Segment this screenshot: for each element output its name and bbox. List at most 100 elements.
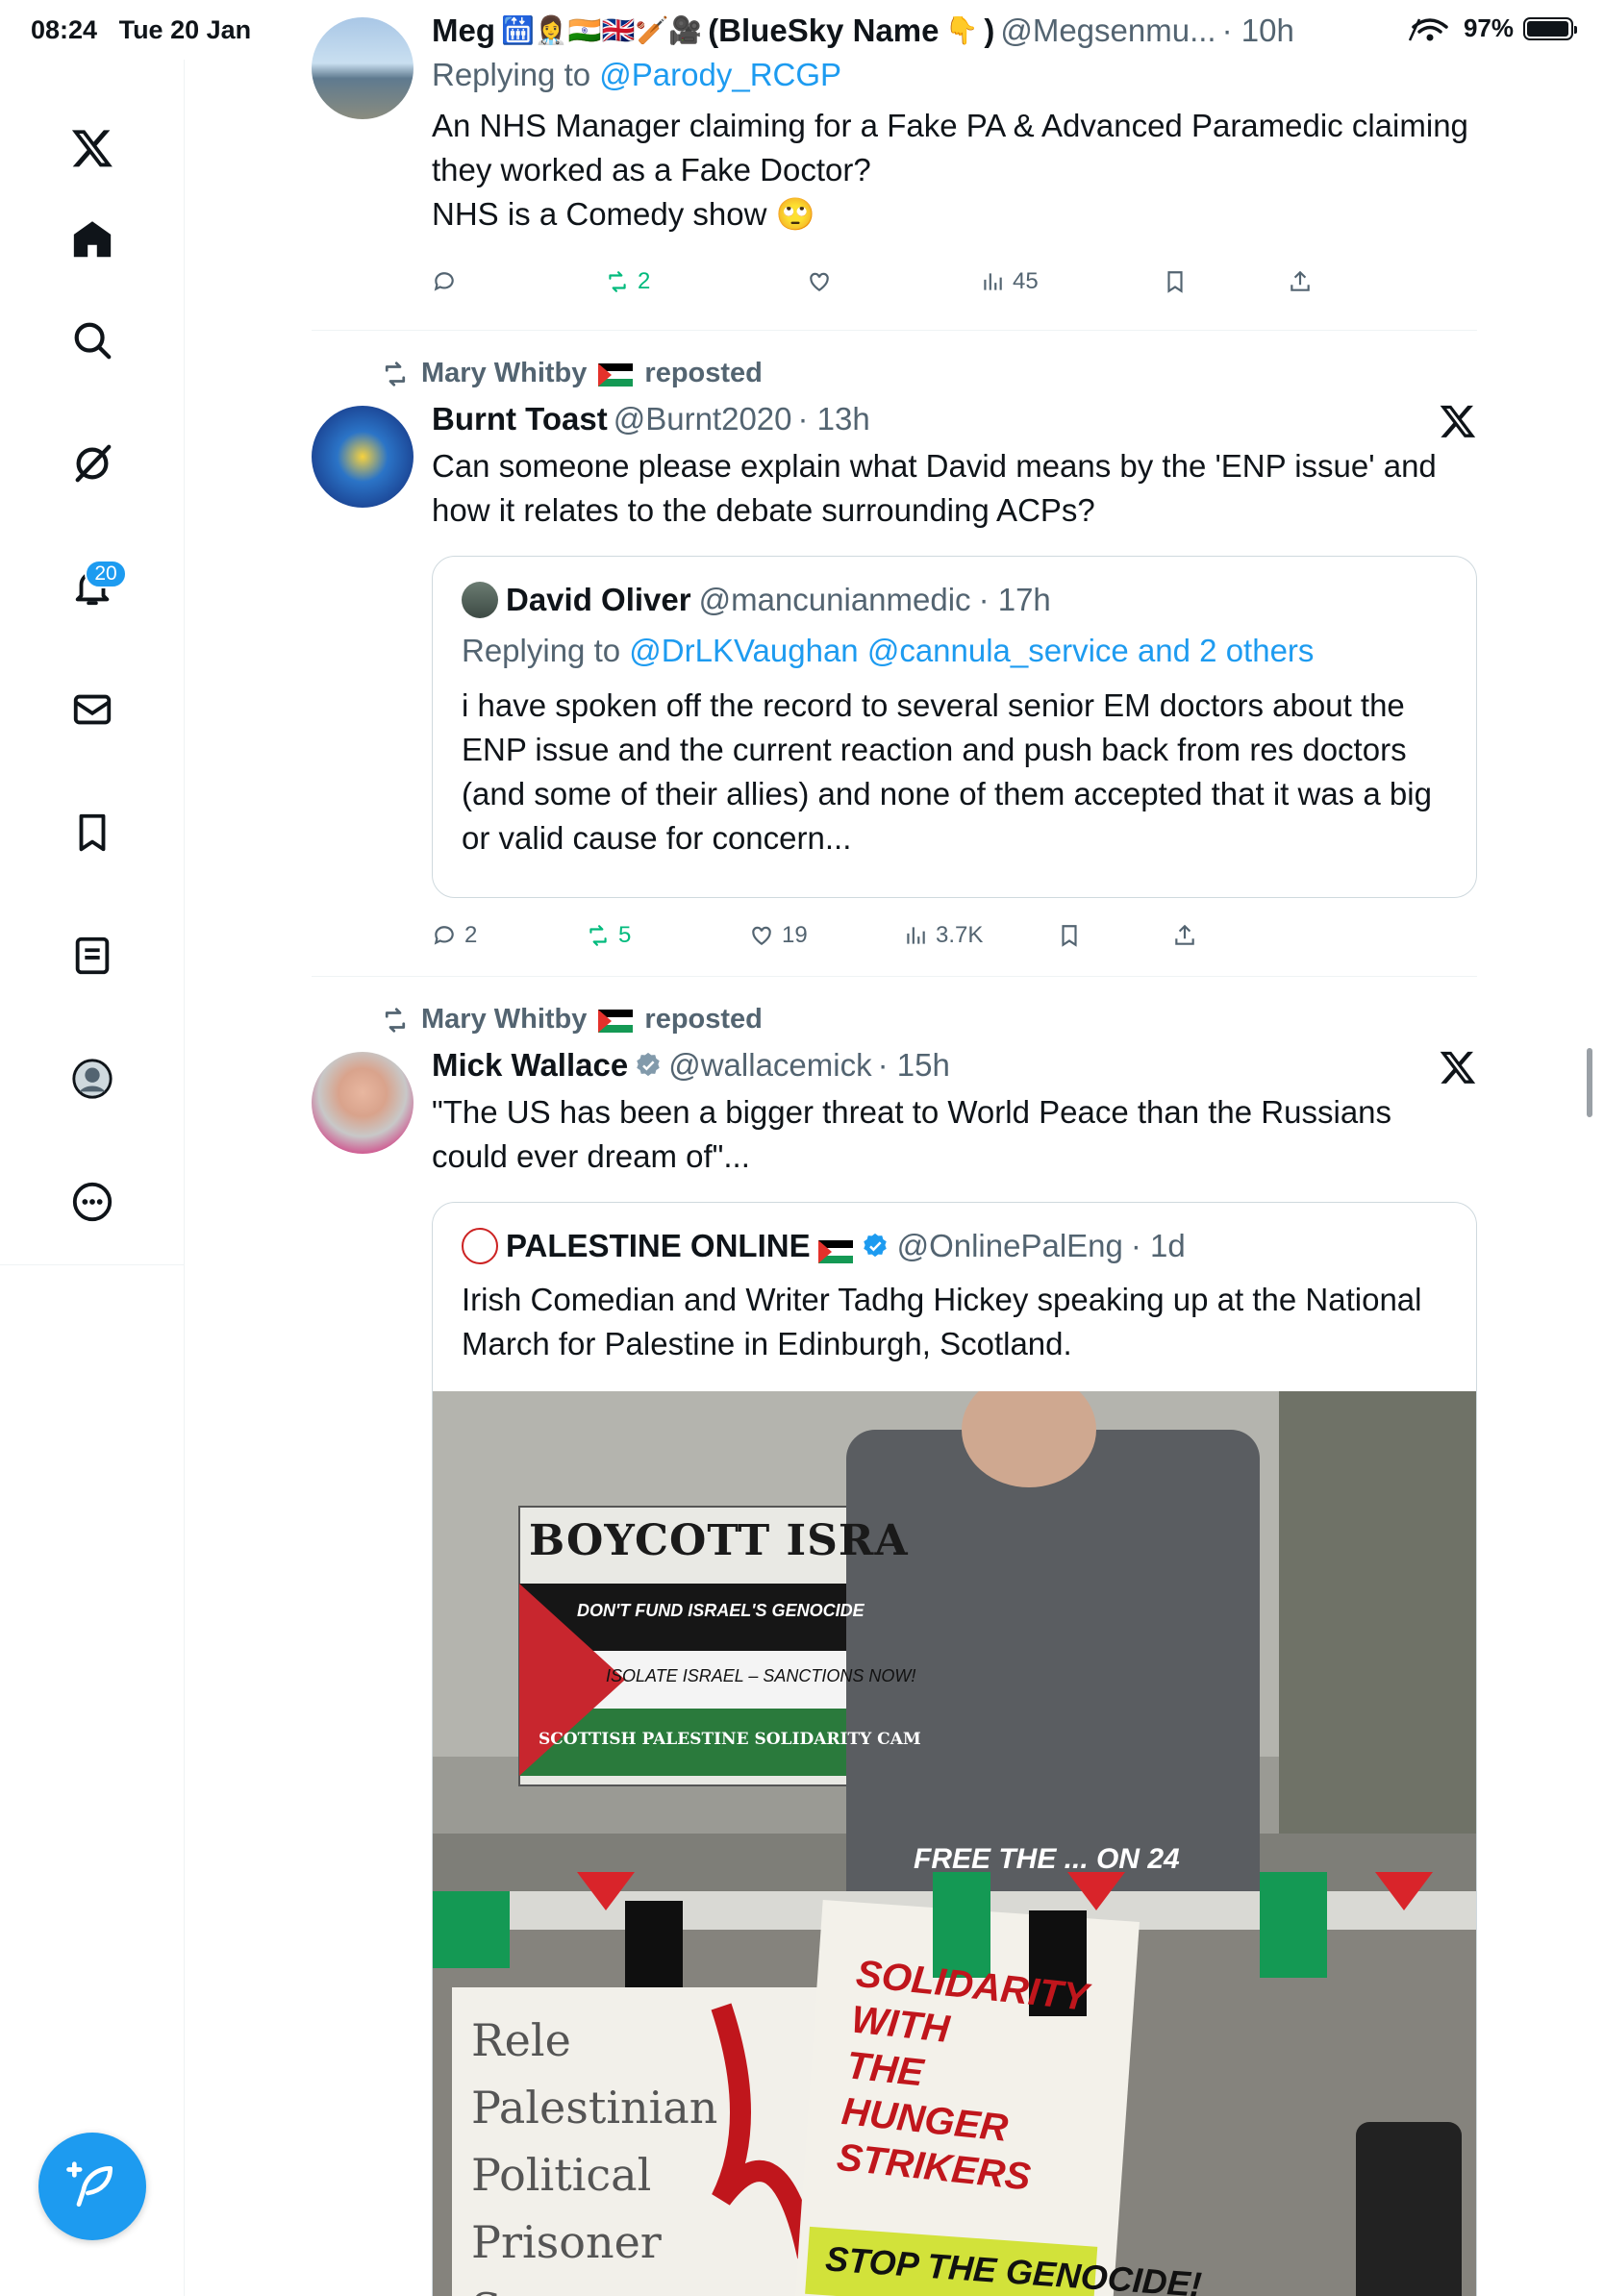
repost-icon <box>589 925 607 946</box>
search-icon[interactable] <box>54 302 131 379</box>
author-name[interactable]: Burnt Toast <box>432 400 608 438</box>
timestamp[interactable]: · 10h <box>1222 12 1294 50</box>
home-icon[interactable] <box>54 202 131 279</box>
reply-to-link[interactable]: @Parody_RCGP <box>599 57 841 92</box>
tweet[interactable]: Meg 🛗👩‍⚕️🇮🇳🇬🇧🏏🎥 (BlueSky Name 👇 ) @Megse… <box>312 0 1477 331</box>
timestamp[interactable]: · 13h <box>798 400 870 438</box>
tweet-header: Burnt Toast @Burnt2020 · 13h <box>432 400 1477 438</box>
repost-button[interactable]: 5 <box>586 922 631 949</box>
grok-icon[interactable] <box>54 425 131 502</box>
quote-header: PALESTINE ONLINE @OnlinePalEng · 1d <box>462 1228 1447 1264</box>
sign-left-text: Rele Palestinian Political Prisoner S <box>471 2014 718 2296</box>
tweet-actions: 2 5 19 3.7K <box>432 919 1477 952</box>
battery-icon <box>1523 16 1577 40</box>
notifications-badge: 20 <box>85 560 127 588</box>
bookmarks-icon[interactable] <box>54 794 131 871</box>
x-logo-icon[interactable] <box>54 110 131 187</box>
repost-icon <box>609 271 626 292</box>
quote-media-video[interactable]: BOYCOTT ISRA DON'T FUND ISRAEL'S GENOCID… <box>433 1391 1476 2296</box>
compose-post-button[interactable] <box>38 2133 146 2240</box>
tweet[interactable]: Mary Whitby reposted Burnt Toast @Burnt2… <box>312 331 1477 977</box>
lists-icon[interactable] <box>54 917 131 994</box>
author-name-suffix-end: ) <box>984 12 995 48</box>
author-handle[interactable]: @wallacemick <box>668 1046 871 1085</box>
name-emoji: 🛗👩‍⚕️🇮🇳🇬🇧🏏🎥 <box>501 15 703 45</box>
messages-envelope-icon[interactable] <box>54 671 131 748</box>
reposted-label: reposted <box>644 358 763 388</box>
timestamp[interactable]: · 15h <box>878 1046 950 1085</box>
repost-context: Mary Whitby reposted <box>381 358 763 389</box>
scrollbar[interactable] <box>1587 1048 1592 1117</box>
share-button[interactable] <box>1288 269 1313 294</box>
tweet[interactable]: Mary Whitby reposted Mick Wallace @walla… <box>312 977 1477 2296</box>
quote-text: Irish Comedian and Writer Tadhg Hickey s… <box>462 1282 1422 1361</box>
quote-timestamp: · 1d <box>1130 1228 1186 1263</box>
author-name-suffix: (BlueSky Name <box>708 12 940 48</box>
tweet-actions: 2 45 <box>432 265 1477 298</box>
palestine-flag-icon <box>598 1009 634 1033</box>
reply-icon <box>434 926 454 945</box>
bookmark-button[interactable] <box>1163 269 1188 294</box>
author-name[interactable]: Meg <box>432 12 495 50</box>
avatar[interactable] <box>312 17 414 119</box>
more-options-icon[interactable] <box>54 1163 131 1240</box>
compose-feather-icon <box>66 2161 113 2207</box>
reply-button[interactable] <box>432 269 464 294</box>
repost-button[interactable]: 2 <box>605 268 650 295</box>
reposted-by[interactable]: Mary Whitby <box>421 1004 587 1036</box>
banner-text-line3: ISOLATE ISRAEL – SANCTIONS NOW! <box>606 1666 916 1685</box>
palestine-flag-icon <box>598 362 634 387</box>
tweet-header: Mick Wallace @wallacemick · 15h <box>432 1046 1477 1085</box>
share-icon <box>1175 924 1194 945</box>
quote-avatar <box>462 1228 498 1264</box>
replying-to: Replying to @Parody_RCGP <box>432 57 842 92</box>
author-handle[interactable]: @Burnt2020 <box>614 400 792 438</box>
quote-text: i have spoken off the record to several … <box>462 687 1432 856</box>
eye-roll-emoji: 🙄 <box>775 196 815 232</box>
views-button[interactable]: 3.7K <box>903 922 983 949</box>
bookmark-icon <box>1062 925 1077 947</box>
notifications-bell-icon[interactable]: 20 <box>54 548 131 625</box>
tweet-header: Meg 🛗👩‍⚕️🇮🇳🇬🇧🏏🎥 (BlueSky Name 👇 ) @Megse… <box>432 12 1477 50</box>
verified-badge-icon <box>634 1051 663 1080</box>
views-button[interactable]: 45 <box>980 268 1039 295</box>
quote-replying-to: Replying to @DrLKVaughan @cannula_servic… <box>462 633 1315 668</box>
like-button[interactable]: 19 <box>749 922 808 949</box>
share-button[interactable] <box>1172 923 1197 948</box>
sign-right-text: SOLIDARITY WITH THE HUNGER STRIKERS <box>835 1952 1090 2199</box>
repost-icon <box>385 361 406 387</box>
author-handle[interactable]: @Megsenmu... <box>1000 12 1216 50</box>
sidebar-divider <box>184 1265 185 2296</box>
reposted-by[interactable]: Mary Whitby <box>421 358 587 389</box>
quote-author-handle[interactable]: @OnlinePalEng <box>897 1228 1123 1264</box>
reply-icon <box>434 272 454 291</box>
tweet-text: An NHS Manager claiming for a Fake PA & … <box>432 108 1468 232</box>
heart-icon <box>752 926 771 945</box>
sidebar: 20 <box>0 60 185 1265</box>
status-time: 08:24 Tue 20 Jan <box>31 15 252 44</box>
banner-text-line2: DON'T FUND ISRAEL'S GENOCIDE <box>577 1601 865 1620</box>
views-chart-icon <box>984 273 1002 290</box>
reply-button[interactable]: 2 <box>432 922 477 949</box>
quote-author-handle[interactable]: @mancunianmedic <box>699 582 971 618</box>
pointing-down-emoji: 👇 <box>944 15 979 45</box>
quote-author-name[interactable]: David Oliver <box>506 582 691 618</box>
quote-reply-to-link[interactable]: @DrLKVaughan @cannula_service and 2 othe… <box>629 633 1314 668</box>
avatar[interactable] <box>312 1052 414 1154</box>
like-button[interactable] <box>807 269 840 294</box>
quoted-tweet[interactable]: PALESTINE ONLINE @OnlinePalEng · 1d Iris… <box>432 1202 1477 2296</box>
avatar[interactable] <box>312 406 414 508</box>
quote-header: David Oliver @mancunianmedic · 17h <box>462 582 1447 618</box>
quote-timestamp: · 17h <box>978 582 1051 617</box>
repost-context: Mary Whitby reposted <box>381 1004 763 1036</box>
reposted-label: reposted <box>644 1004 763 1035</box>
verified-badge-icon <box>861 1232 890 1260</box>
profile-avatar-icon[interactable] <box>54 1040 131 1117</box>
author-name[interactable]: Mick Wallace <box>432 1046 628 1085</box>
banner-text-line1: BOYCOTT ISRA <box>529 1516 909 1565</box>
bookmark-button[interactable] <box>1057 923 1082 948</box>
quote-author-name[interactable]: PALESTINE ONLINE <box>506 1228 811 1264</box>
tweet-text: Can someone please explain what David me… <box>432 448 1437 528</box>
tweet-text: "The US has been a bigger threat to Worl… <box>432 1094 1392 1174</box>
quoted-tweet[interactable]: David Oliver @mancunianmedic · 17h Reply… <box>432 556 1477 898</box>
